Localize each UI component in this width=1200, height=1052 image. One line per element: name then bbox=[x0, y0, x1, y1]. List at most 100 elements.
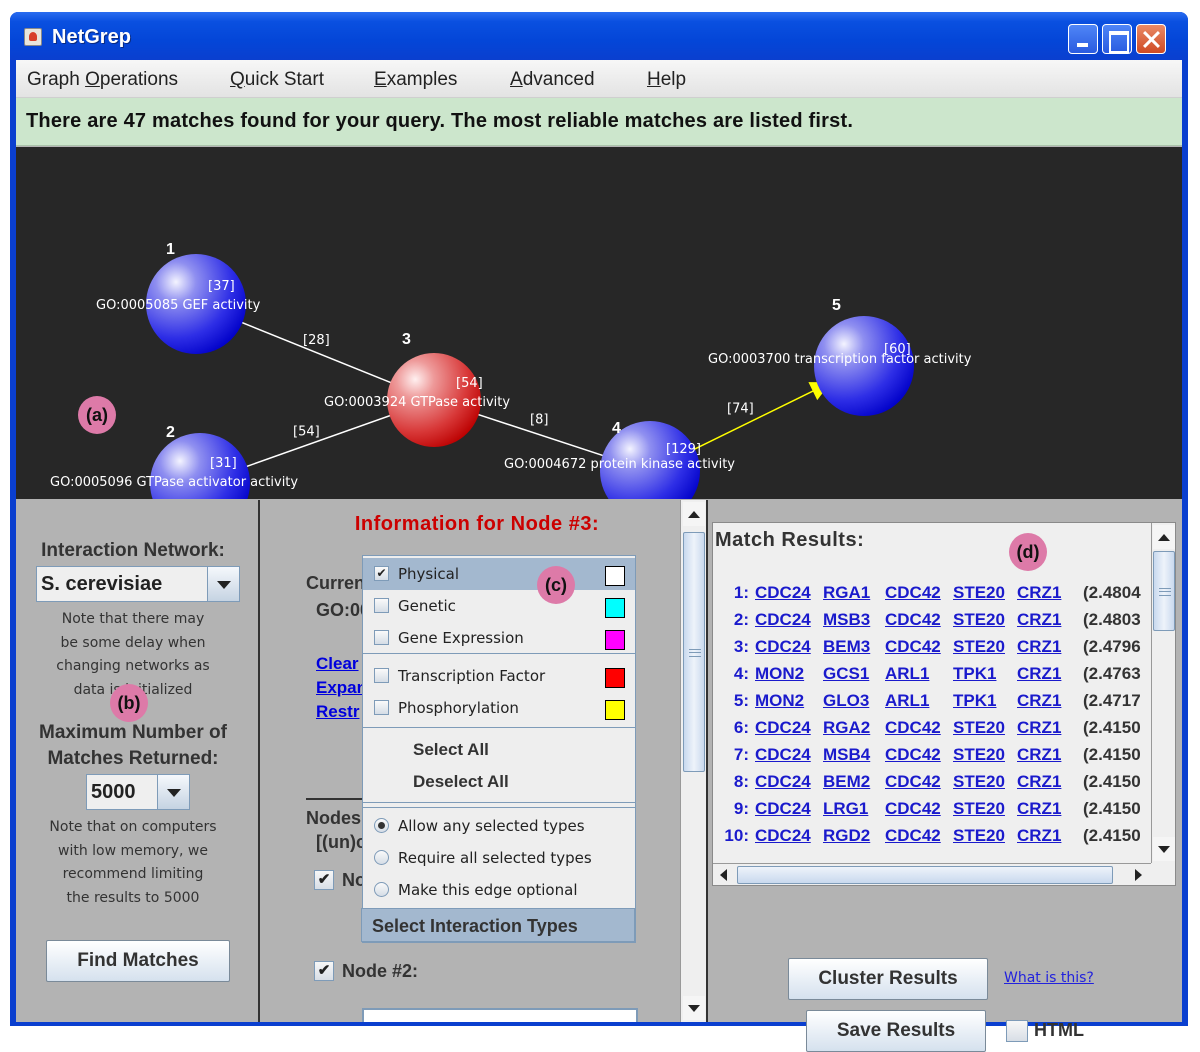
menu-quick-start[interactable]: Quick Start bbox=[230, 69, 324, 91]
results-hscroll[interactable] bbox=[713, 863, 1151, 885]
graph-edge[interactable] bbox=[230, 317, 400, 387]
gene-link[interactable]: LRG1 bbox=[823, 799, 868, 819]
scroll-thumb[interactable] bbox=[683, 532, 705, 772]
gene-link[interactable]: BEM2 bbox=[823, 772, 870, 792]
gene-link[interactable]: CDC24 bbox=[755, 637, 811, 657]
gene-link[interactable]: GLO3 bbox=[823, 691, 869, 711]
query-graph-canvas[interactable]: [28] [54] [8] [74] 1 [37] GO:0005085 GEF activ… bbox=[16, 147, 1182, 499]
checkbox[interactable] bbox=[374, 630, 389, 645]
clear-link[interactable]: Clear bbox=[316, 654, 359, 674]
graph-edge[interactable] bbox=[234, 411, 400, 472]
scroll-up-arrow-icon[interactable] bbox=[1153, 525, 1175, 549]
gene-link[interactable]: STE20 bbox=[953, 637, 1005, 657]
interaction-type-genetic[interactable]: Genetic bbox=[363, 590, 635, 622]
scroll-down-arrow-icon[interactable] bbox=[683, 996, 705, 1020]
gene-link[interactable]: CRZ1 bbox=[1017, 664, 1061, 684]
gene-link[interactable]: GCS1 bbox=[823, 664, 869, 684]
gene-link[interactable]: STE20 bbox=[953, 610, 1005, 630]
results-vscroll[interactable] bbox=[1151, 523, 1175, 863]
node1-checkbox[interactable]: ✔ bbox=[314, 870, 334, 890]
gene-link[interactable]: TPK1 bbox=[953, 691, 996, 711]
interaction-type-phosphorylation[interactable]: Phosphorylation bbox=[363, 692, 635, 724]
gene-link[interactable]: CDC24 bbox=[755, 826, 811, 846]
edge-mode-option[interactable]: Require all selected types bbox=[363, 842, 635, 874]
node-info-scrollbar[interactable] bbox=[680, 500, 706, 1022]
node2-checkbox[interactable]: ✔ bbox=[314, 961, 334, 981]
checkbox[interactable] bbox=[374, 700, 389, 715]
gene-link[interactable]: CRZ1 bbox=[1017, 637, 1061, 657]
gene-link[interactable]: CDC42 bbox=[885, 799, 941, 819]
gene-link[interactable]: RGA2 bbox=[823, 718, 870, 738]
gene-link[interactable]: MON2 bbox=[755, 664, 804, 684]
interaction-type-transcription-factor[interactable]: Transcription Factor bbox=[363, 660, 635, 692]
gene-link[interactable]: STE20 bbox=[953, 745, 1005, 765]
gene-link[interactable]: STE20 bbox=[953, 718, 1005, 738]
interaction-type-gene-expression[interactable]: Gene Expression bbox=[363, 622, 635, 654]
edge-mode-option[interactable]: Allow any selected types bbox=[363, 810, 635, 842]
scroll-left-arrow-icon[interactable] bbox=[713, 866, 735, 884]
gene-link[interactable]: RGA1 bbox=[823, 583, 870, 603]
gene-link[interactable]: STE20 bbox=[953, 826, 1005, 846]
edge-mode-option[interactable]: Make this edge optional bbox=[363, 874, 635, 906]
gene-link[interactable]: CDC24 bbox=[755, 799, 811, 819]
gene-link[interactable]: CDC24 bbox=[755, 610, 811, 630]
gene-link[interactable]: CRZ1 bbox=[1017, 799, 1061, 819]
gene-link[interactable]: CRZ1 bbox=[1017, 610, 1061, 630]
title-bar[interactable]: NetGrep bbox=[10, 12, 1188, 60]
gene-link[interactable]: STE20 bbox=[953, 772, 1005, 792]
gene-link[interactable]: CRZ1 bbox=[1017, 772, 1061, 792]
checkbox[interactable] bbox=[374, 598, 389, 613]
find-matches-button[interactable]: Find Matches bbox=[46, 940, 230, 982]
gene-link[interactable]: STE20 bbox=[953, 799, 1005, 819]
checkbox[interactable]: ✔ bbox=[374, 566, 389, 581]
menu-advanced[interactable]: Advanced bbox=[510, 69, 595, 91]
scroll-up-arrow-icon[interactable] bbox=[683, 502, 705, 526]
gene-link[interactable]: CRZ1 bbox=[1017, 583, 1061, 603]
gene-link[interactable]: CDC42 bbox=[885, 772, 941, 792]
radio-button[interactable] bbox=[374, 882, 389, 897]
menu-help[interactable]: Help bbox=[647, 69, 686, 91]
gene-link[interactable]: MSB3 bbox=[823, 610, 870, 630]
gene-link[interactable]: CDC24 bbox=[755, 583, 811, 603]
gene-link[interactable]: BEM3 bbox=[823, 637, 870, 657]
gene-link[interactable]: CDC42 bbox=[885, 826, 941, 846]
gene-link[interactable]: CDC42 bbox=[885, 583, 941, 603]
gene-link[interactable]: CDC42 bbox=[885, 637, 941, 657]
scroll-thumb[interactable] bbox=[737, 866, 1113, 884]
gene-link[interactable]: STE20 bbox=[953, 583, 1005, 603]
gene-link[interactable]: TPK1 bbox=[953, 664, 996, 684]
gene-link[interactable]: CDC24 bbox=[755, 718, 811, 738]
gene-link[interactable]: CDC42 bbox=[885, 610, 941, 630]
gene-link[interactable]: CRZ1 bbox=[1017, 718, 1061, 738]
save-results-button[interactable]: Save Results bbox=[806, 1010, 986, 1052]
gene-link[interactable]: CDC42 bbox=[885, 718, 941, 738]
gene-link[interactable]: ARL1 bbox=[885, 691, 929, 711]
what-is-this-link[interactable]: What is this? bbox=[1004, 970, 1094, 986]
chevron-down-icon[interactable] bbox=[207, 567, 239, 601]
scroll-right-arrow-icon[interactable] bbox=[1127, 866, 1149, 884]
menu-examples[interactable]: Examples bbox=[374, 69, 457, 91]
gene-link[interactable]: MSB4 bbox=[823, 745, 870, 765]
scroll-thumb[interactable] bbox=[1153, 551, 1175, 631]
cluster-results-button[interactable]: Cluster Results bbox=[788, 958, 988, 1000]
gene-link[interactable]: CDC24 bbox=[755, 772, 811, 792]
chevron-down-icon[interactable] bbox=[157, 775, 189, 809]
gene-link[interactable]: CRZ1 bbox=[1017, 691, 1061, 711]
gene-link[interactable]: RGD2 bbox=[823, 826, 870, 846]
expand-link[interactable]: Expan bbox=[316, 678, 367, 698]
gene-link[interactable]: MON2 bbox=[755, 691, 804, 711]
select-all-item[interactable]: Select All bbox=[413, 740, 489, 760]
select-interaction-types-button[interactable]: Select Interaction Types bbox=[361, 908, 635, 942]
gene-link[interactable]: ARL1 bbox=[885, 664, 929, 684]
restrict-link[interactable]: Restr bbox=[316, 702, 359, 722]
radio-button[interactable] bbox=[374, 850, 389, 865]
node2-select[interactable] bbox=[362, 1008, 638, 1022]
gene-link[interactable]: CRZ1 bbox=[1017, 745, 1061, 765]
network-select[interactable]: S. cerevisiae bbox=[36, 566, 240, 602]
html-checkbox[interactable] bbox=[1006, 1020, 1028, 1042]
graph-edge[interactable] bbox=[682, 381, 832, 456]
menu-graph-operations[interactable]: Graph Operations bbox=[27, 69, 178, 91]
interaction-type-physical[interactable]: ✔ Physical bbox=[363, 558, 635, 590]
checkbox[interactable] bbox=[374, 668, 389, 683]
deselect-all-item[interactable]: Deselect All bbox=[413, 772, 509, 792]
